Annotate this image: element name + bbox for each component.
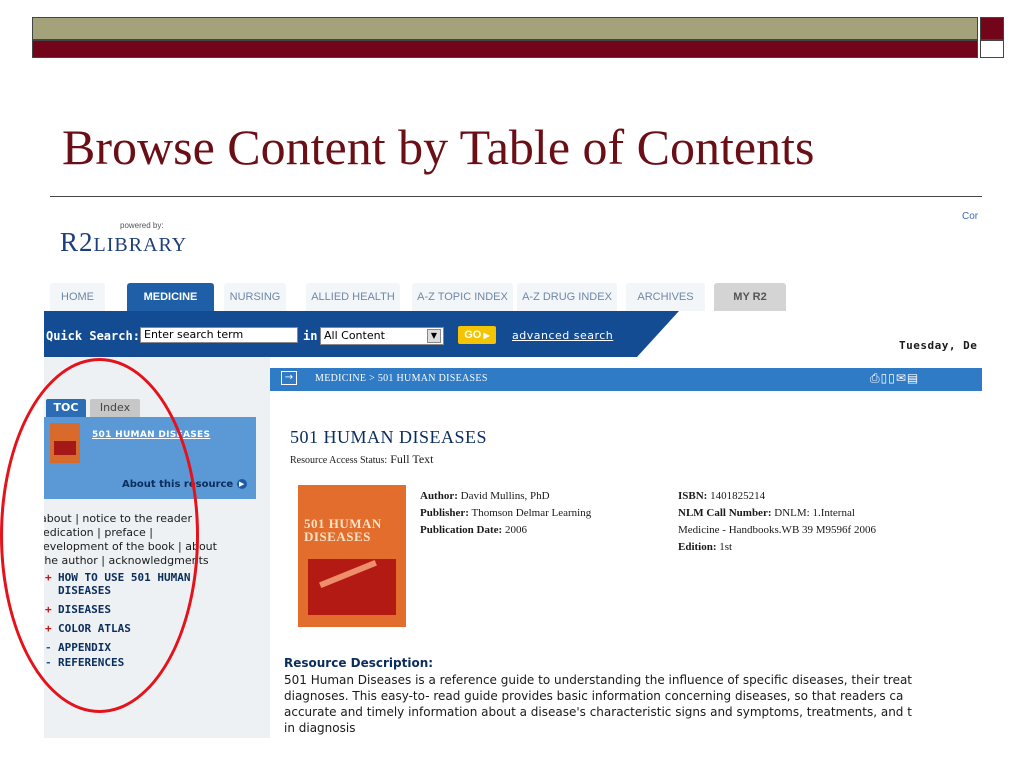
search-scope-select[interactable]: All Content ▼ <box>320 327 444 345</box>
slide-top-bar <box>32 17 978 40</box>
slide-corner-square-outline <box>980 40 1004 58</box>
nlm-label: NLM Call Number: <box>678 507 772 519</box>
collapse-arrow-icon[interactable]: → <box>281 371 297 385</box>
description-line: 501 Human Diseases is a reference guide … <box>284 673 913 687</box>
play-arrow-icon: ▶ <box>481 331 490 340</box>
tab-home[interactable]: HOME <box>50 283 105 311</box>
annotation-circle <box>0 358 199 713</box>
publisher-label: Publisher: <box>420 507 469 519</box>
description-line: accurate and timely information about a … <box>284 705 912 719</box>
arrow-circle-icon: ▶ <box>236 479 247 489</box>
nlm-value: DNLM: 1.Internal <box>774 507 855 519</box>
description-heading: Resource Description: <box>284 656 434 670</box>
quick-search-label: Quick Search: <box>46 329 140 343</box>
slide-divider <box>50 196 982 197</box>
publisher-value: Thomson Delmar Learning <box>471 507 592 519</box>
book-meta-right: ISBN: 1401825214 NLM Call Number: DNLM: … <box>678 488 876 556</box>
author-value: David Mullins, PhD <box>460 490 550 502</box>
r2-library-logo[interactable]: R2LIBRARY <box>60 227 187 258</box>
author-label: Author: <box>420 490 458 502</box>
pubdate-label: Publication Date: <box>420 524 503 536</box>
tab-my-r2[interactable]: MY R2 <box>714 283 786 311</box>
edition-label: Edition: <box>678 541 717 553</box>
book-title: 501 HUMAN DISEASES <box>290 427 488 447</box>
slide-title: Browse Content by Table of Contents <box>62 119 815 175</box>
email-icon[interactable]: ✉ <box>896 371 907 385</box>
tab-az-topic-index[interactable]: A-Z TOPIC INDEX <box>412 283 513 311</box>
advanced-search-link[interactable]: advanced search <box>512 329 613 342</box>
main-nav: HOME MEDICINE NURSING ALLIED HEALTH A-Z … <box>44 283 982 311</box>
corner-link[interactable]: Cor <box>962 211 978 222</box>
search-input[interactable]: Enter search term <box>140 327 298 343</box>
book-cover[interactable]: 501 HUMAN DISEASES <box>298 485 406 627</box>
search-scope-label: in <box>303 329 318 343</box>
isbn-label: ISBN: <box>678 490 708 502</box>
access-status: Resource Access Status: Full Text <box>290 452 434 466</box>
tab-allied-health[interactable]: ALLIED HEALTH <box>306 283 400 311</box>
description-text: 501 Human Diseases is a reference guide … <box>284 672 982 736</box>
cover-art <box>308 559 396 615</box>
tab-archives[interactable]: ARCHIVES <box>626 283 705 311</box>
book-icon[interactable]: ▯▯ <box>881 371 896 385</box>
breadcrumb: → MEDICINE > 501 HUMAN DISEASES ⎙▯▯✉▤ <box>270 368 982 391</box>
nlm-value-continued: Medicine - Handbooks.WB 39 M9596f 2006 <box>678 524 876 536</box>
tab-nursing[interactable]: NURSING <box>224 283 286 311</box>
tab-az-drug-index[interactable]: A-Z DRUG INDEX <box>517 283 617 311</box>
toolbar-icons: ⎙▯▯✉▤ <box>870 371 919 386</box>
description-line: in diagnosis <box>284 721 356 735</box>
edition-value: 1st <box>719 541 733 553</box>
breadcrumb-text[interactable]: MEDICINE > 501 HUMAN DISEASES <box>315 373 488 384</box>
tab-medicine[interactable]: MEDICINE <box>127 283 214 311</box>
quick-search-bar: Quick Search: Enter search term in All C… <box>44 311 982 357</box>
chevron-down-icon[interactable]: ▼ <box>427 329 441 343</box>
slide-accent-bar <box>32 40 978 58</box>
pubdate-value: 2006 <box>504 524 527 536</box>
isbn-value: 1401825214 <box>710 490 766 502</box>
search-scope-value: All Content <box>324 329 385 342</box>
description-line: diagnoses. This easy-to- read guide prov… <box>284 689 904 703</box>
slide-corner-square <box>980 17 1004 40</box>
date-text: Tuesday, De <box>899 339 978 352</box>
go-button[interactable]: GO ▶ <box>458 326 496 344</box>
book-meta-left: Author: David Mullins, PhD Publisher: Th… <box>420 488 591 539</box>
print-icon[interactable]: ⎙ <box>870 371 881 385</box>
save-icon[interactable]: ▤ <box>907 371 919 385</box>
cover-title: 501 HUMAN DISEASES <box>304 516 382 544</box>
